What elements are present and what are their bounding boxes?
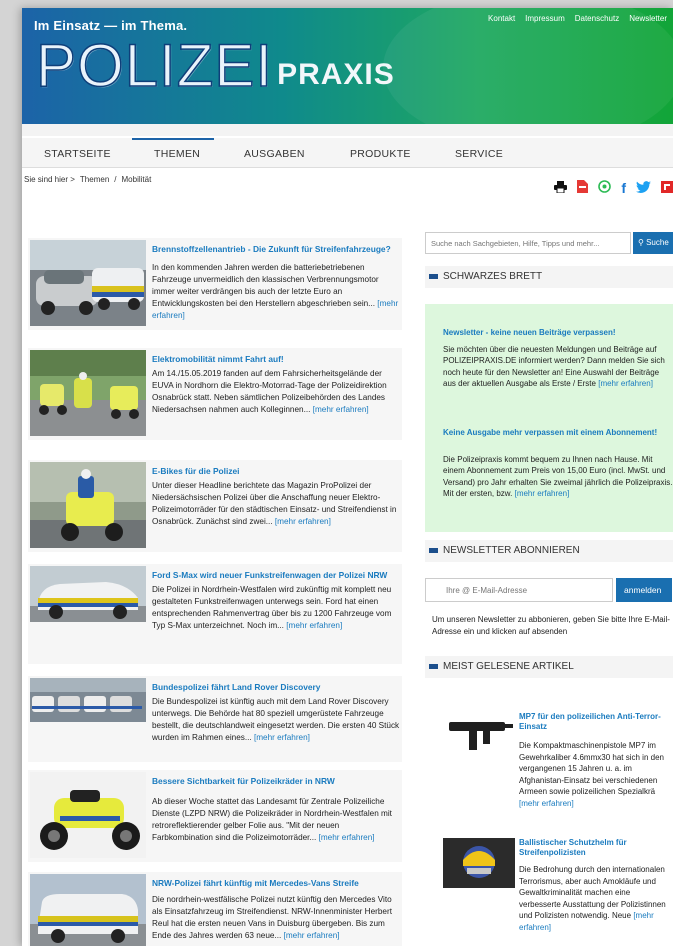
bulletin-text: Die Polizeipraxis kommt bequem zu Ihnen … <box>443 455 673 499</box>
article-title[interactable]: NRW-Polizei fährt künftig mit Mercedes-V… <box>152 878 400 889</box>
article-text: Die Polizei in Nordrhein-Westfalen wird … <box>152 585 392 630</box>
facebook-icon[interactable]: f <box>621 181 626 195</box>
logo-praxis: PRAXIS <box>277 58 395 91</box>
article-text: Am 14./15.05.2019 fanden auf dem Fahrsic… <box>152 369 387 414</box>
subscribe-button[interactable]: anmelden <box>616 578 672 602</box>
link-datenschutz[interactable]: Datenschutz <box>575 14 619 23</box>
read-more-link[interactable]: [mehr erfahren] <box>254 733 310 742</box>
link-kontakt[interactable]: Kontakt <box>488 14 515 23</box>
pdf-icon[interactable] <box>577 180 589 196</box>
article-teaser[interactable]: Ford S-Max wird neuer Funkstreifenwagen … <box>28 564 402 664</box>
article-text: Ab dieser Woche stattet das Landesamt fü… <box>152 797 392 842</box>
article-text: Die Bundespolizei ist künftig auch mit d… <box>152 697 400 742</box>
article-image[interactable] <box>30 462 146 548</box>
nav-active-indicator <box>132 138 214 140</box>
link-newsletter[interactable]: Newsletter <box>629 14 667 23</box>
top-links: Kontakt Impressum Datenschutz Newsletter <box>488 14 667 23</box>
article-image[interactable] <box>30 240 146 326</box>
article-title[interactable]: Ford S-Max wird neuer Funkstreifenwagen … <box>152 570 400 581</box>
site-logo[interactable]: POLIZEI PRAXIS <box>35 32 395 99</box>
section-heading-newsletter: NEWSLETTER ABONNIEREN <box>425 540 673 562</box>
tagline: Im Einsatz — im Thema. <box>34 18 188 33</box>
search-button[interactable]: ⚲ Suche <box>633 232 673 254</box>
article-image[interactable] <box>443 838 515 888</box>
read-more-link[interactable]: [mehr erfahren] <box>284 931 340 940</box>
email-input[interactable] <box>425 578 613 602</box>
article-image[interactable] <box>30 566 146 622</box>
breadcrumb: Sie sind hier > Themen / Mobilität <box>24 175 151 184</box>
logo-polizei: POLIZEI <box>35 32 274 99</box>
search-icon: ⚲ <box>638 238 644 247</box>
article-teaser[interactable]: Bessere Sichtbarkeit für Polizeikräder i… <box>28 770 402 862</box>
article-image[interactable] <box>30 350 146 436</box>
article-image[interactable] <box>30 874 146 946</box>
article-image[interactable] <box>30 678 146 722</box>
article-teaser[interactable]: Elektromobilität nimmt Fahrt auf! Am 14.… <box>28 348 402 440</box>
article-title[interactable]: Brennstoffzellenantrieb - Die Zukunft fü… <box>152 244 400 255</box>
section-heading-meist-gelesen: MEIST GELESENE ARTIKEL <box>425 656 673 678</box>
whatsapp-icon[interactable] <box>598 180 612 196</box>
article-teaser[interactable]: Bundespolizei fährt Land Rover Discovery… <box>28 676 402 762</box>
main-nav: STARTSEITE THEMEN AUSGABEN PRODUKTE SERV… <box>22 138 673 168</box>
section-heading-schwarzes-brett: SCHWARZES BRETT <box>425 266 673 288</box>
article-text: In den kommenden Jahren werden die batte… <box>152 263 399 320</box>
print-icon[interactable] <box>554 180 568 196</box>
breadcrumb-themen[interactable]: Themen <box>80 175 109 184</box>
article-image[interactable] <box>30 772 146 858</box>
top-article-title[interactable]: Ballistischer Schutzhelm für Streifenpol… <box>519 838 669 858</box>
article-teaser[interactable]: E-Bikes für die Polizei Unter dieser Hea… <box>28 460 402 552</box>
read-more-link[interactable]: [mehr erfahren] <box>515 489 570 498</box>
nav-produkte[interactable]: PRODUKTE <box>350 148 411 160</box>
nav-startseite[interactable]: STARTSEITE <box>44 148 111 160</box>
article-title[interactable]: Bessere Sichtbarkeit für Polizeikräder i… <box>152 776 400 787</box>
link-impressum[interactable]: Impressum <box>525 14 565 23</box>
article-text: Die nordrhein-westfälische Polizei nutzt… <box>152 895 392 940</box>
bulletin-text: Sie möchten über die neuesten Meldungen … <box>443 345 665 389</box>
flipboard-icon[interactable] <box>661 180 673 196</box>
top-article-title[interactable]: MP7 für den polizeilichen Anti-Terror-Ei… <box>519 712 669 732</box>
page: Im Einsatz — im Thema. Kontakt Impressum… <box>22 8 673 946</box>
read-more-link[interactable]: [mehr erfahren] <box>275 517 331 526</box>
nav-ausgaben[interactable]: AUSGABEN <box>244 148 305 160</box>
bulletin-board: Newsletter - keine neuen Beiträge verpas… <box>425 304 673 532</box>
article-text: Unter dieser Headline berichtete das Mag… <box>152 481 397 526</box>
breadcrumb-mobilitaet: Mobilität <box>121 175 152 184</box>
nav-themen[interactable]: THEMEN <box>154 148 200 160</box>
bulletin-heading[interactable]: Newsletter - keine neuen Beiträge verpas… <box>443 328 673 338</box>
share-bar: f <box>554 180 673 196</box>
twitter-icon[interactable] <box>636 180 651 196</box>
top-article-text: Die Bedrohung durch den internationalen … <box>519 865 666 932</box>
top-article-text: Die Kompaktmaschinenpistole MP7 im Geweh… <box>519 741 664 808</box>
breadcrumb-prefix: Sie sind hier > <box>24 175 75 184</box>
article-teaser[interactable]: NRW-Polizei fährt künftig mit Mercedes-V… <box>28 872 402 946</box>
article-title[interactable]: Elektromobilität nimmt Fahrt auf! <box>152 354 400 365</box>
read-more-link[interactable]: [mehr erfahren] <box>286 621 342 630</box>
breadcrumb-separator: / <box>114 175 117 184</box>
read-more-link[interactable]: [mehr erfahren] <box>319 833 375 842</box>
article-title[interactable]: E-Bikes für die Polizei <box>152 466 400 477</box>
article-title[interactable]: Bundespolizei fährt Land Rover Discovery <box>152 682 400 693</box>
nav-service[interactable]: SERVICE <box>455 148 503 160</box>
newsletter-info: Um unseren Newsletter zu abbonieren, geb… <box>432 615 670 636</box>
read-more-link[interactable]: [mehr erfahren] <box>519 799 574 808</box>
read-more-link[interactable]: [mehr erfahren] <box>313 405 369 414</box>
site-header: Im Einsatz — im Thema. Kontakt Impressum… <box>22 8 673 124</box>
article-teaser[interactable]: Brennstoffzellenantrieb - Die Zukunft fü… <box>28 238 402 330</box>
article-image[interactable] <box>443 712 515 770</box>
read-more-link[interactable]: [mehr erfahren] <box>598 379 653 388</box>
search-input[interactable] <box>425 232 631 254</box>
bulletin-heading[interactable]: Keine Ausgabe mehr verpassen mit einem A… <box>443 428 673 438</box>
